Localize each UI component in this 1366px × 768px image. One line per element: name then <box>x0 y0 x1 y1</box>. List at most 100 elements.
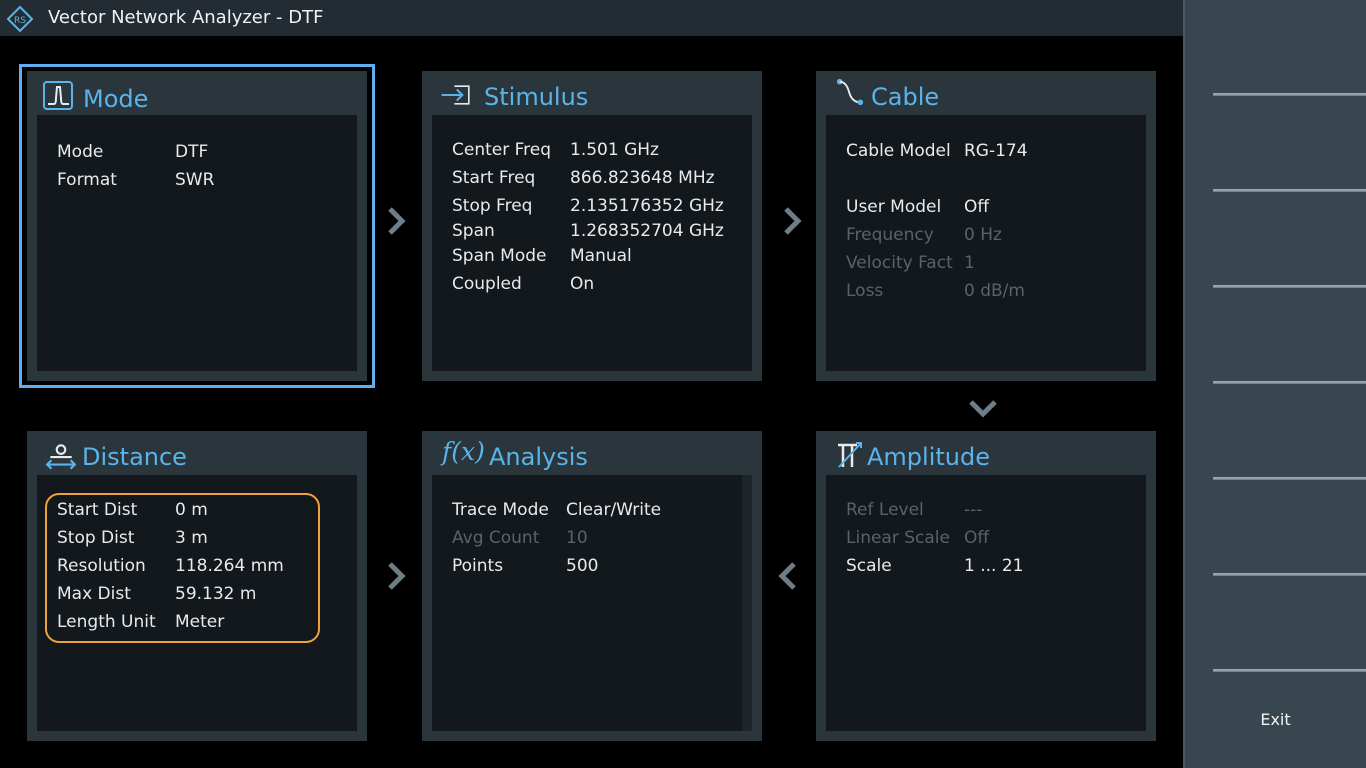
setting-value: Off <box>964 528 990 548</box>
setting-label: Frequency <box>846 225 934 245</box>
setting-label: Loss <box>846 281 884 301</box>
setting-value: RG-174 <box>964 141 1028 161</box>
softkey-1[interactable] <box>1213 93 1366 96</box>
softkey-2[interactable] <box>1213 189 1366 192</box>
setting-label: Max Dist <box>57 584 131 604</box>
setting-value: Off <box>964 197 990 217</box>
exit-button[interactable]: Exit <box>1185 710 1366 729</box>
setting-label: Points <box>452 556 504 576</box>
setting-label: Mode <box>57 142 104 162</box>
chevron-right-icon <box>388 562 406 590</box>
panel-stimulus[interactable]: Stimulus Center Freq 1.501 GHz Start Fre… <box>422 71 762 381</box>
setting-value: 118.264 mm <box>175 556 284 576</box>
softkey-6[interactable] <box>1213 573 1366 576</box>
setting-row-scale[interactable]: Scale 1 ... 21 <box>846 555 1146 577</box>
setting-row-span[interactable]: Span 1.268352704 GHz <box>452 220 752 242</box>
setting-label: Scale <box>846 556 892 576</box>
setting-value: Meter <box>175 612 225 632</box>
panel-amplitude[interactable]: Amplitude Ref Level --- Linear Scale Off… <box>816 431 1156 741</box>
panel-title: Analysis <box>489 443 588 471</box>
setting-value: SWR <box>175 170 215 190</box>
panel-header: Amplitude <box>816 431 1156 477</box>
setting-label: Format <box>57 170 117 190</box>
setting-value: 1.268352704 GHz <box>570 221 724 241</box>
panel-header: Mode <box>27 71 367 117</box>
setting-row-max-dist[interactable]: Max Dist 59.132 m <box>57 583 317 605</box>
setting-row-length-unit[interactable]: Length Unit Meter <box>57 611 317 633</box>
distance-marker-icon <box>45 444 77 470</box>
rohde-schwarz-logo-icon: RS <box>6 5 34 33</box>
panel-header: Stimulus <box>422 71 762 117</box>
setting-label: Coupled <box>452 274 522 294</box>
chevron-left-icon <box>778 562 796 590</box>
setting-row-user-model[interactable]: User Model Off <box>846 196 1146 218</box>
panel-distance[interactable]: Distance Start Dist 0 m Stop Dist 3 m Re… <box>27 431 367 741</box>
chevron-down-icon <box>969 400 997 418</box>
setting-label: Center Freq <box>452 140 552 160</box>
panel-body: Ref Level --- Linear Scale Off Scale 1 .… <box>826 475 1146 731</box>
setting-label: Velocity Fact <box>846 253 953 273</box>
setting-value: 1 <box>964 253 975 273</box>
setting-value: Clear/Write <box>566 500 662 520</box>
softkey-5[interactable] <box>1213 477 1366 480</box>
setting-label: Stop Dist <box>57 528 135 548</box>
setting-row-start-freq[interactable]: Start Freq 866.823648 MHz <box>452 167 752 189</box>
setting-row-frequency: Frequency 0 Hz <box>846 224 1146 246</box>
setting-label: Span Mode <box>452 246 547 266</box>
setting-label: Cable Model <box>846 141 951 161</box>
setting-label: Stop Freq <box>452 196 533 216</box>
softkey-4[interactable] <box>1213 381 1366 384</box>
panel-body: Cable Model RG-174 User Model Off Freque… <box>826 115 1146 371</box>
scrollbar[interactable] <box>742 475 752 731</box>
setting-row-center-freq[interactable]: Center Freq 1.501 GHz <box>452 139 752 161</box>
setting-row-ref-level: Ref Level --- <box>846 499 1146 521</box>
setting-label: Avg Count <box>452 528 540 548</box>
setting-row-resolution[interactable]: Resolution 118.264 mm <box>57 555 317 577</box>
setting-value: 59.132 m <box>175 584 257 604</box>
setting-value: 2.135176352 GHz <box>570 196 724 216</box>
setting-row-cable-model[interactable]: Cable Model RG-174 <box>846 140 1146 162</box>
panel-title: Amplitude <box>867 443 990 471</box>
panel-body: Trace Mode Clear/Write Avg Count 10 Poin… <box>432 475 752 731</box>
panel-body: Center Freq 1.501 GHz Start Freq 866.823… <box>432 115 752 371</box>
setting-value: Manual <box>570 246 632 266</box>
setting-value: 0 m <box>175 500 208 520</box>
chevron-right-icon <box>784 207 802 235</box>
setting-value: --- <box>964 500 983 520</box>
softkey-7[interactable] <box>1213 669 1366 672</box>
setting-value: 866.823648 MHz <box>570 168 715 188</box>
setting-row-mode[interactable]: Mode DTF <box>57 141 357 163</box>
setting-label: Start Dist <box>57 500 138 520</box>
panel-header: f(x) Analysis <box>422 431 762 477</box>
setting-value: 3 m <box>175 528 208 548</box>
panel-analysis[interactable]: f(x) Analysis Trace Mode Clear/Write Avg… <box>422 431 762 741</box>
panel-cable[interactable]: Cable Cable Model RG-174 User Model Off … <box>816 71 1156 381</box>
setting-value: 0 dB/m <box>964 281 1025 301</box>
setting-row-format[interactable]: Format SWR <box>57 169 357 191</box>
setting-label: Span <box>452 221 495 241</box>
setting-value: DTF <box>175 142 209 162</box>
arrow-into-box-icon <box>441 85 470 105</box>
setting-row-stop-dist[interactable]: Stop Dist 3 m <box>57 527 317 549</box>
softkey-sidebar: Exit <box>1183 0 1366 768</box>
softkey-3[interactable] <box>1213 285 1366 288</box>
setting-label: Start Freq <box>452 168 536 188</box>
panel-title: Distance <box>82 443 187 471</box>
setting-row-start-dist[interactable]: Start Dist 0 m <box>57 499 317 521</box>
panel-header: Cable <box>816 71 1156 117</box>
panel-mode[interactable]: Mode Mode DTF Format SWR <box>27 71 367 381</box>
setting-row-linear-scale: Linear Scale Off <box>846 527 1146 549</box>
setting-label: Trace Mode <box>452 500 549 520</box>
setting-row-stop-freq[interactable]: Stop Freq 2.135176352 GHz <box>452 195 752 217</box>
setting-value: 500 <box>566 556 599 576</box>
setting-label: Linear Scale <box>846 528 950 548</box>
setting-row-span-mode[interactable]: Span Mode Manual <box>452 245 752 267</box>
cable-curve-icon <box>836 78 864 106</box>
setting-row-trace-mode[interactable]: Trace Mode Clear/Write <box>452 499 742 521</box>
setting-row-coupled[interactable]: Coupled On <box>452 273 752 295</box>
setting-value: 1 ... 21 <box>964 556 1024 576</box>
panel-header: Distance <box>27 431 367 477</box>
panel-body: Mode DTF Format SWR <box>37 115 357 371</box>
panel-title: Mode <box>83 85 149 113</box>
setting-row-points[interactable]: Points 500 <box>452 555 742 577</box>
